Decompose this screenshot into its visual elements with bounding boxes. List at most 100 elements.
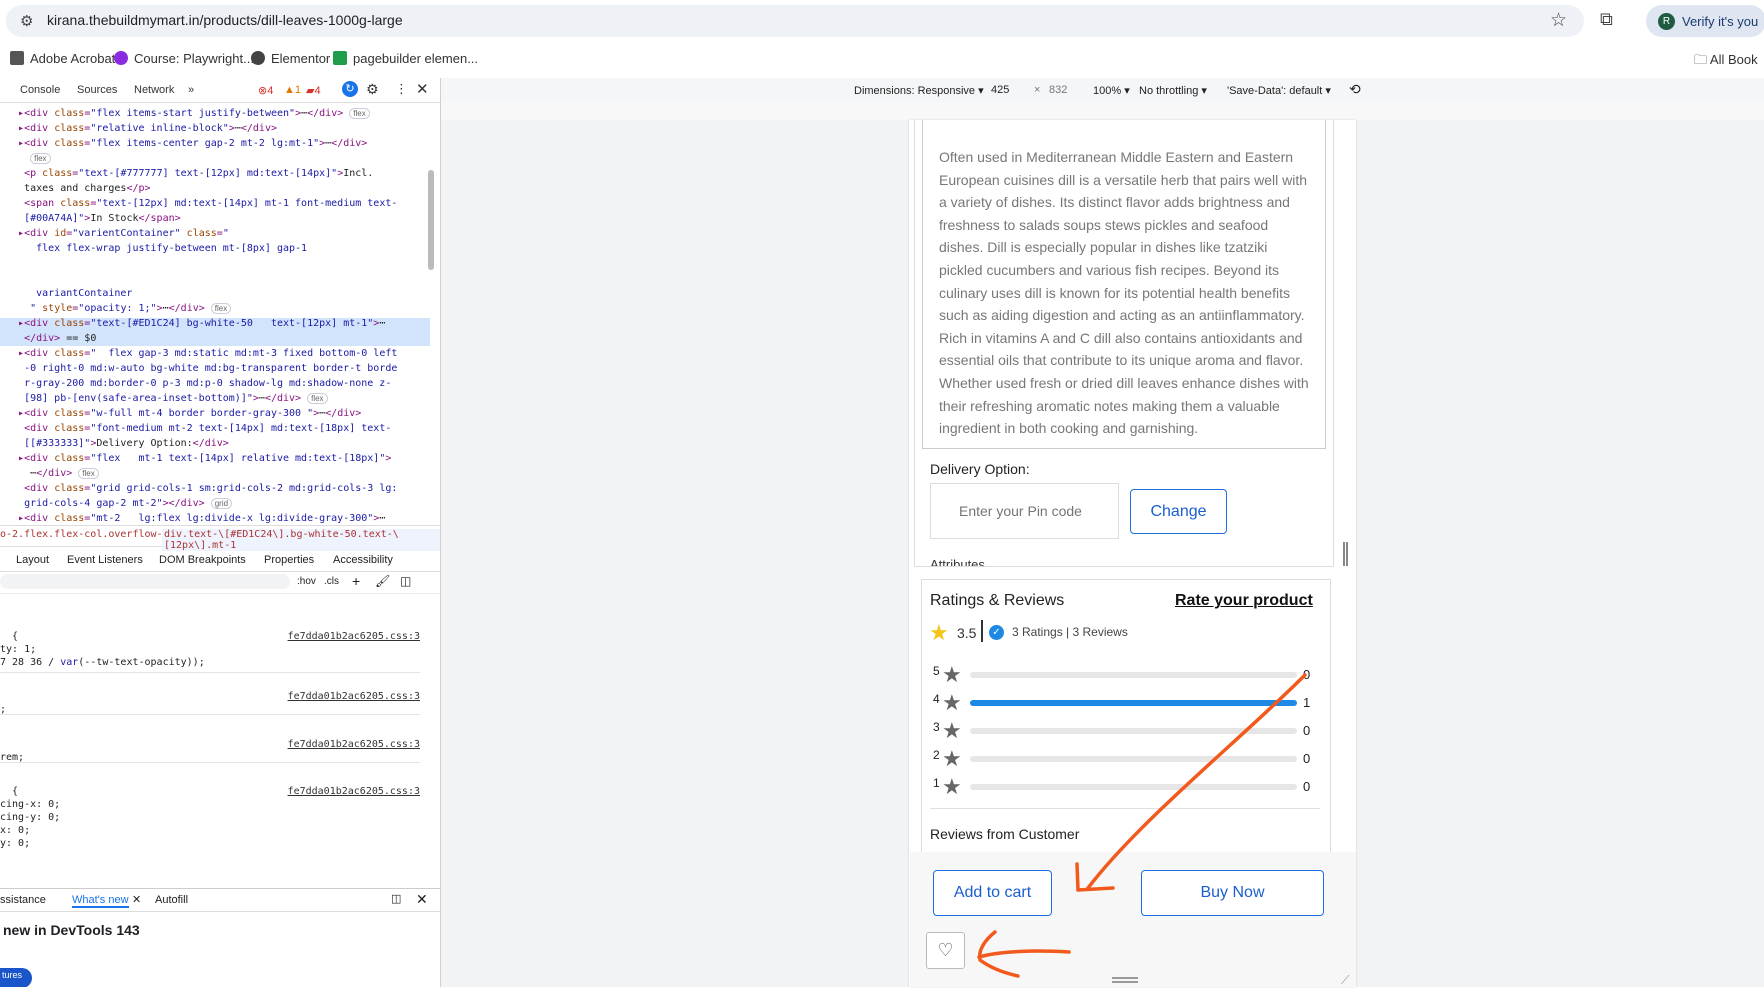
course-icon bbox=[114, 51, 128, 65]
rating-bar bbox=[970, 700, 1297, 706]
star-icon: ★ bbox=[942, 718, 962, 743]
dock-icon[interactable]: ◫ bbox=[391, 892, 401, 905]
verify-profile-button[interactable]: R Verify it's you bbox=[1646, 5, 1764, 37]
viewport-resize-handle[interactable] bbox=[1343, 542, 1348, 566]
extensions-icon[interactable]: ⧉ bbox=[1600, 9, 1613, 30]
settings-gear-icon[interactable]: ⚙ bbox=[366, 81, 379, 98]
breadcrumb-current[interactable]: div.text-\[#ED1C24\].bg-white-50.text-\[… bbox=[162, 529, 440, 551]
whats-new-heading: new in DevTools 143 bbox=[3, 922, 140, 938]
dimensions-select[interactable]: Dimensions: Responsive ▾ bbox=[854, 84, 984, 97]
rating-count: 0 bbox=[1303, 779, 1311, 794]
buy-now-button[interactable]: Buy Now bbox=[1141, 870, 1324, 916]
bookmark-course-playwright[interactable]: Course: Playwright... bbox=[114, 51, 254, 66]
whats-new-panel: new in DevTools 143 tures bbox=[0, 910, 440, 987]
css-rule[interactable]: ; fe7dda01b2ac6205.css:3 bbox=[0, 690, 420, 715]
tab-dom-breakpoints[interactable]: DOM Breakpoints bbox=[159, 554, 246, 566]
styles-subtabs: Layout Event Listeners DOM Breakpoints P… bbox=[0, 549, 440, 572]
wishlist-heart-button[interactable]: ♡ bbox=[926, 932, 965, 969]
rotate-icon[interactable]: ⟲ bbox=[1349, 81, 1361, 98]
features-badge[interactable]: tures bbox=[0, 968, 33, 987]
average-rating: 3.5 bbox=[957, 625, 977, 641]
rating-row-1: 1 ★ 0 bbox=[930, 774, 1320, 799]
divider bbox=[930, 808, 1320, 809]
tab-whats-new[interactable]: What's new bbox=[72, 894, 129, 908]
viewport-bottom-resize-handle[interactable] bbox=[1112, 977, 1138, 983]
error-count[interactable]: ⊗4 bbox=[258, 84, 273, 97]
url-text[interactable]: kirana.thebuildmymart.in/products/dill-l… bbox=[47, 12, 403, 28]
rating-bar bbox=[970, 784, 1297, 790]
avatar: R bbox=[1658, 13, 1675, 30]
css-source-link[interactable]: fe7dda01b2ac6205.css:3 bbox=[288, 785, 420, 798]
star-icon: ★ bbox=[929, 620, 949, 645]
tab-sources[interactable]: Sources bbox=[77, 84, 117, 96]
bookmark-pagebuilder[interactable]: pagebuilder elemen... bbox=[333, 51, 478, 66]
rating-bar-fill bbox=[970, 700, 1297, 706]
device-toolbar: Dimensions: Responsive ▾ 425 × 832 100% … bbox=[441, 78, 1764, 103]
drawer-tabs: ssistance What's new ✕ Autofill ◫ ✕ bbox=[0, 888, 440, 912]
verified-check-icon: ✓ bbox=[989, 625, 1004, 640]
tab-ai-assistance[interactable]: ssistance bbox=[0, 894, 46, 906]
issue-count[interactable]: ▰4 bbox=[306, 84, 321, 97]
elements-scrollbar[interactable] bbox=[428, 170, 434, 270]
tab-autofill[interactable]: Autofill bbox=[155, 894, 188, 906]
height-input[interactable]: 832 bbox=[1049, 84, 1067, 96]
hov-toggle[interactable]: :hov bbox=[297, 576, 316, 587]
devtools-tabs: Console Sources Network » ⊗4 ▲1 ▰4 ↻ ⚙ ⋮… bbox=[0, 78, 440, 103]
browser-toolbar: ⚙ kirana.thebuildmymart.in/products/dill… bbox=[0, 0, 1764, 40]
error-icon: ⊗ bbox=[258, 85, 268, 97]
bookmark-star-icon[interactable]: ☆ bbox=[1550, 9, 1567, 32]
tab-event-listeners[interactable]: Event Listeners bbox=[67, 554, 143, 566]
rating-row-4: 4 ★ 1 bbox=[930, 690, 1320, 715]
rating-divider bbox=[981, 620, 983, 642]
elements-tree[interactable]: ▸<div class="flex items-start justify-be… bbox=[0, 106, 397, 526]
bookmark-elementor[interactable]: Elementor bbox=[251, 51, 330, 66]
new-rule-button[interactable]: + bbox=[352, 573, 360, 589]
styles-filter-input[interactable] bbox=[0, 574, 290, 589]
warning-count[interactable]: ▲1 bbox=[284, 84, 301, 96]
rating-row-3: 3 ★ 0 bbox=[930, 718, 1320, 743]
all-bookmarks[interactable]: 🗀 All Book bbox=[1694, 51, 1758, 73]
rating-row-2: 2 ★ 0 bbox=[930, 746, 1320, 771]
css-source-link[interactable]: fe7dda01b2ac6205.css:3 bbox=[288, 630, 420, 643]
rating-bar bbox=[970, 672, 1297, 678]
tab-properties[interactable]: Properties bbox=[264, 554, 314, 566]
pin-code-input[interactable] bbox=[930, 483, 1119, 539]
close-tab-icon[interactable]: ✕ bbox=[132, 893, 141, 906]
viewport-corner-resize-handle[interactable]: ⟋ bbox=[1341, 973, 1349, 988]
error-count-value: 4 bbox=[267, 85, 274, 97]
css-rule[interactable]: { cing-x: 0; cing-y: 0; x: 0; y: 0; fe7dd… bbox=[0, 785, 420, 849]
rating-bar bbox=[970, 756, 1297, 762]
css-source-link[interactable]: fe7dda01b2ac6205.css:3 bbox=[288, 738, 420, 751]
close-devtools-icon[interactable]: ✕ bbox=[416, 80, 429, 98]
rating-star-number: 5 bbox=[933, 664, 940, 678]
width-input[interactable]: 425 bbox=[991, 84, 1009, 96]
tab-accessibility[interactable]: Accessibility bbox=[333, 554, 393, 566]
cls-toggle[interactable]: .cls bbox=[324, 576, 339, 587]
tab-layout[interactable]: Layout bbox=[16, 554, 49, 566]
sidebar-toggle-icon[interactable]: ◫ bbox=[400, 574, 411, 588]
kebab-menu-icon[interactable]: ⋮ bbox=[395, 81, 408, 97]
sync-icon[interactable]: ↻ bbox=[342, 81, 358, 97]
media-query-ruler[interactable] bbox=[441, 102, 1764, 121]
paint-icon[interactable]: 🖌 bbox=[375, 574, 390, 588]
close-drawer-icon[interactable]: ✕ bbox=[416, 891, 428, 908]
site-settings-icon[interactable]: ⚙ bbox=[20, 12, 33, 30]
save-data-select[interactable]: 'Save-Data': default ▾ bbox=[1227, 84, 1331, 97]
css-rule[interactable]: rem; fe7dda01b2ac6205.css:3 bbox=[0, 738, 420, 763]
bookmark-label: pagebuilder elemen... bbox=[353, 51, 479, 66]
more-tabs-button[interactable]: » bbox=[188, 84, 194, 96]
ratings-title: Ratings & Reviews bbox=[930, 592, 1065, 609]
tab-network[interactable]: Network bbox=[134, 84, 174, 96]
sheets-icon bbox=[333, 51, 347, 65]
css-rule[interactable]: { ty: 1; 7 28 36 / var(--tw-text-opacity… bbox=[0, 630, 420, 673]
tab-console[interactable]: Console bbox=[20, 84, 60, 96]
css-source-link[interactable]: fe7dda01b2ac6205.css:3 bbox=[288, 690, 420, 703]
bookmark-adobe-acrobat[interactable]: Adobe Acrobat bbox=[10, 51, 115, 66]
issue-count-value: 4 bbox=[314, 85, 321, 97]
rate-product-link[interactable]: Rate your product bbox=[1175, 592, 1313, 610]
throttling-select[interactable]: No throttling ▾ bbox=[1139, 84, 1207, 97]
change-pin-button[interactable]: Change bbox=[1130, 489, 1227, 534]
rating-star-number: 4 bbox=[933, 692, 940, 706]
add-to-cart-button[interactable]: Add to cart bbox=[933, 870, 1052, 916]
zoom-select[interactable]: 100% ▾ bbox=[1093, 84, 1130, 97]
